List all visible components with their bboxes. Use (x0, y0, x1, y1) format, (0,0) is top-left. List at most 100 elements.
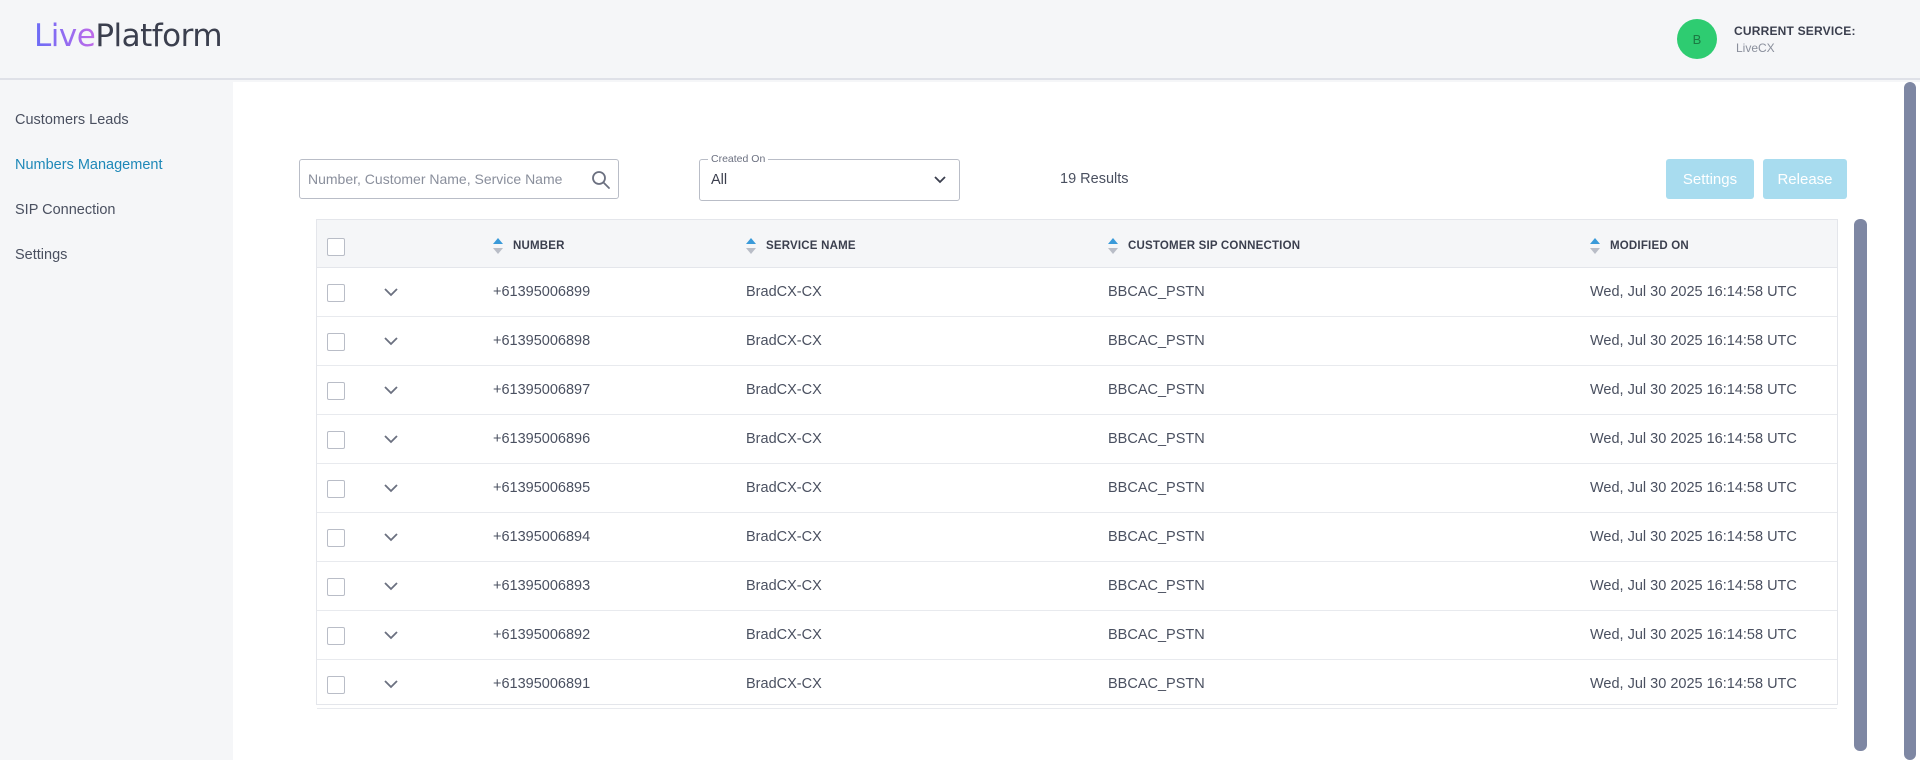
sort-icon (746, 238, 756, 254)
table-row[interactable]: +61395006899 BradCX-CX BBCAC_PSTN Wed, Jul … (317, 268, 1837, 317)
cell-customer-sip-connection: BBCAC_PSTN (1108, 578, 1205, 594)
numbers-table: NUMBER SERVICE NAME CUSTOMER SIP CONNECT… (316, 219, 1838, 709)
row-checkbox[interactable] (327, 627, 345, 645)
table-header: NUMBER SERVICE NAME CUSTOMER SIP CONNECT… (317, 220, 1837, 268)
created-on-dropdown[interactable]: Created On All (699, 153, 960, 201)
row-checkbox[interactable] (327, 676, 345, 694)
table-row[interactable]: +61395006891 BradCX-CX BBCAC_PSTN Wed, Jul … (317, 660, 1837, 709)
row-checkbox[interactable] (327, 382, 345, 400)
cell-number: +61395006893 (493, 578, 591, 594)
column-header-modified-on-label: MODIFIED ON (1610, 240, 1689, 252)
cell-modified-on: Wed, Jul 30 2025 16:14:58 UTC (1590, 578, 1797, 594)
cell-modified-on: Wed, Jul 30 2025 16:14:58 UTC (1590, 529, 1797, 545)
cell-modified-on: Wed, Jul 30 2025 16:14:58 UTC (1590, 431, 1797, 447)
logo-live-text: Live (34, 18, 96, 54)
table-row[interactable]: +61395006895 BradCX-CX BBCAC_PSTN Wed, Jul … (317, 464, 1837, 513)
chevron-down-icon[interactable] (383, 581, 399, 591)
column-header-customer-sip-connection-label: CUSTOMER SIP CONNECTION (1128, 240, 1301, 252)
app-header: Live Platform B CURRENT SERVICE: LiveCX (0, 0, 1920, 80)
current-service-value: LiveCX (1736, 41, 1775, 55)
cell-service-name: BradCX-CX (746, 480, 822, 496)
chevron-down-icon[interactable] (383, 287, 399, 297)
column-header-service-name[interactable]: SERVICE NAME (746, 237, 856, 255)
chevron-down-icon[interactable] (383, 385, 399, 395)
cell-modified-on: Wed, Jul 30 2025 16:14:58 UTC (1590, 333, 1797, 349)
cell-number: +61395006897 (493, 382, 591, 398)
main-content: Created On All 19 Results Settings Relea… (233, 82, 1920, 760)
current-service-label: CURRENT SERVICE: (1734, 24, 1856, 38)
cell-service-name: BradCX-CX (746, 627, 822, 643)
cell-customer-sip-connection: BBCAC_PSTN (1108, 627, 1205, 643)
cell-number: +61395006895 (493, 480, 591, 496)
table-row[interactable]: +61395006893 BradCX-CX BBCAC_PSTN Wed, Jul … (317, 562, 1837, 611)
sidebar-item-settings[interactable]: Settings (15, 247, 67, 263)
search-icon[interactable] (590, 169, 612, 191)
table-row[interactable]: +61395006897 BradCX-CX BBCAC_PSTN Wed, Jul … (317, 366, 1837, 415)
chevron-down-icon[interactable] (383, 679, 399, 689)
cell-number: +61395006892 (493, 627, 591, 643)
cell-modified-on: Wed, Jul 30 2025 16:14:58 UTC (1590, 627, 1797, 643)
search-box (299, 159, 619, 199)
row-checkbox[interactable] (327, 480, 345, 498)
table-row[interactable]: +61395006892 BradCX-CX BBCAC_PSTN Wed, Jul … (317, 611, 1837, 660)
row-checkbox[interactable] (327, 578, 345, 596)
table-scrollbar[interactable] (1854, 219, 1867, 751)
cell-service-name: BradCX-CX (746, 676, 822, 692)
sort-icon (493, 238, 503, 254)
cell-customer-sip-connection: BBCAC_PSTN (1108, 382, 1205, 398)
logo-platform-text: Platform (95, 18, 223, 54)
cell-number: +61395006896 (493, 431, 591, 447)
cell-customer-sip-connection: BBCAC_PSTN (1108, 431, 1205, 447)
cell-modified-on: Wed, Jul 30 2025 16:14:58 UTC (1590, 284, 1797, 300)
release-button[interactable]: Release (1763, 159, 1847, 199)
cell-modified-on: Wed, Jul 30 2025 16:14:58 UTC (1590, 382, 1797, 398)
table-row[interactable]: +61395006898 BradCX-CX BBCAC_PSTN Wed, Jul … (317, 317, 1837, 366)
cell-service-name: BradCX-CX (746, 529, 822, 545)
column-header-customer-sip-connection[interactable]: CUSTOMER SIP CONNECTION (1108, 237, 1300, 255)
cell-number: +61395006891 (493, 676, 591, 692)
row-checkbox[interactable] (327, 529, 345, 547)
cell-service-name: BradCX-CX (746, 333, 822, 349)
cell-modified-on: Wed, Jul 30 2025 16:14:58 UTC (1590, 676, 1797, 692)
cell-customer-sip-connection: BBCAC_PSTN (1108, 333, 1205, 349)
table-row[interactable]: +61395006894 BradCX-CX BBCAC_PSTN Wed, Jul … (317, 513, 1837, 562)
cell-customer-sip-connection: BBCAC_PSTN (1108, 480, 1205, 496)
created-on-value: All (711, 172, 728, 188)
table-row[interactable]: +61395006896 BradCX-CX BBCAC_PSTN Wed, Jul … (317, 415, 1837, 464)
cell-service-name: BradCX-CX (746, 284, 822, 300)
cell-number: +61395006898 (493, 333, 591, 349)
column-header-number[interactable]: NUMBER (493, 237, 565, 255)
cell-number: +61395006899 (493, 284, 591, 300)
chevron-down-icon[interactable] (383, 483, 399, 493)
sidebar-item-sip-connection[interactable]: SIP Connection (15, 202, 116, 218)
chevron-down-icon[interactable] (383, 532, 399, 542)
row-checkbox[interactable] (327, 431, 345, 449)
settings-button[interactable]: Settings (1666, 159, 1754, 199)
search-input[interactable] (308, 168, 588, 190)
page-scrollbar[interactable] (1904, 82, 1916, 760)
cell-customer-sip-connection: BBCAC_PSTN (1108, 676, 1205, 692)
chevron-down-icon[interactable] (383, 630, 399, 640)
chevron-down-icon (934, 176, 946, 184)
column-header-number-label: NUMBER (513, 240, 565, 252)
sidebar: Customers Leads Numbers Management SIP C… (0, 82, 233, 760)
cell-customer-sip-connection: BBCAC_PSTN (1108, 284, 1205, 300)
sidebar-item-customers-leads[interactable]: Customers Leads (15, 112, 129, 128)
row-checkbox[interactable] (327, 333, 345, 351)
liveplatform-logo[interactable]: Live Platform (34, 16, 223, 56)
sort-icon (1590, 238, 1600, 254)
row-checkbox[interactable] (327, 284, 345, 302)
cell-modified-on: Wed, Jul 30 2025 16:14:58 UTC (1590, 480, 1797, 496)
column-header-modified-on[interactable]: MODIFIED ON (1590, 237, 1689, 255)
chevron-down-icon[interactable] (383, 336, 399, 346)
column-header-service-name-label: SERVICE NAME (766, 240, 856, 252)
cell-service-name: BradCX-CX (746, 578, 822, 594)
sidebar-item-numbers-management[interactable]: Numbers Management (15, 157, 163, 173)
created-on-label: Created On (708, 153, 769, 165)
sort-icon (1108, 238, 1118, 254)
cell-customer-sip-connection: BBCAC_PSTN (1108, 529, 1205, 545)
results-count: 19 Results (1060, 171, 1129, 187)
chevron-down-icon[interactable] (383, 434, 399, 444)
avatar[interactable]: B (1677, 19, 1717, 59)
select-all-checkbox[interactable] (327, 238, 345, 256)
